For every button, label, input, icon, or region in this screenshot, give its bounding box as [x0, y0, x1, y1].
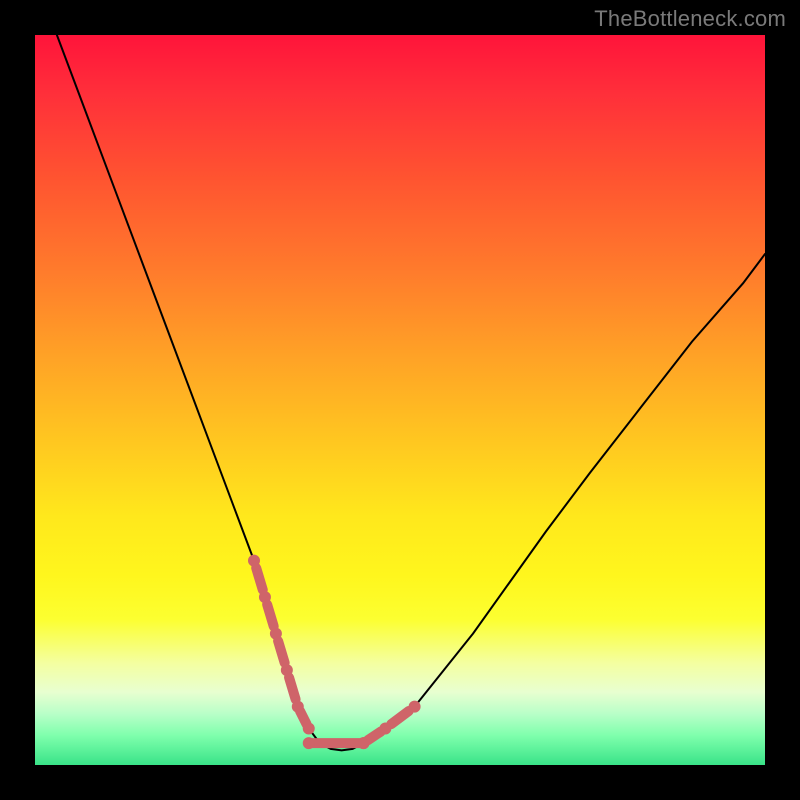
outer-frame: TheBottleneck.com [0, 0, 800, 800]
accent-markers [249, 555, 421, 749]
curve-path [57, 35, 765, 750]
watermark-text: TheBottleneck.com [594, 6, 786, 32]
bottleneck-curve [35, 35, 765, 765]
plot-area [35, 35, 765, 765]
